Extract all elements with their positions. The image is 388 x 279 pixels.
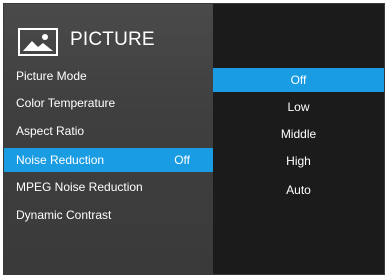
option-label: High [286,154,311,168]
option-off[interactable]: Off [213,68,384,92]
option-low[interactable]: Low [213,95,384,119]
menu-item-dynamic-contrast[interactable]: Dynamic Contrast [4,203,213,227]
menu-item-aspect-ratio[interactable]: Aspect Ratio [4,119,213,143]
menu-item-label: Aspect Ratio [16,124,85,138]
option-high[interactable]: High [213,149,384,173]
menu-item-value: Off [174,153,190,167]
page-title: PICTURE [70,29,155,50]
menu-item-label: Noise Reduction [16,153,105,167]
picture-icon [18,28,58,56]
menu-item-color-temperature[interactable]: Color Temperature [4,91,213,115]
menu-item-label: Color Temperature [16,96,116,110]
option-label: Middle [280,127,317,141]
menu-item-label: Dynamic Contrast [16,208,112,222]
menu-item-noise-reduction[interactable]: Noise Reduction Off [4,148,213,172]
menu-header: PICTURE [4,4,213,67]
option-label: Auto [286,183,311,197]
option-label: Off [290,73,307,87]
menu-item-label: MPEG Noise Reduction [16,180,143,194]
option-middle[interactable]: Middle [213,122,384,146]
menu-item-picture-mode[interactable]: Picture Mode [4,64,213,88]
options-panel: Off Low Middle High Auto [213,4,384,274]
menu-item-label: Picture Mode [16,69,87,83]
settings-menu-panel: PICTURE Picture Mode Color Temperature A… [4,4,213,274]
tv-menu-screen: PICTURE Picture Mode Color Temperature A… [3,3,385,275]
option-label: Low [287,100,310,114]
menu-item-mpeg-noise-reduction[interactable]: MPEG Noise Reduction [4,175,213,199]
option-auto[interactable]: Auto [213,178,384,202]
